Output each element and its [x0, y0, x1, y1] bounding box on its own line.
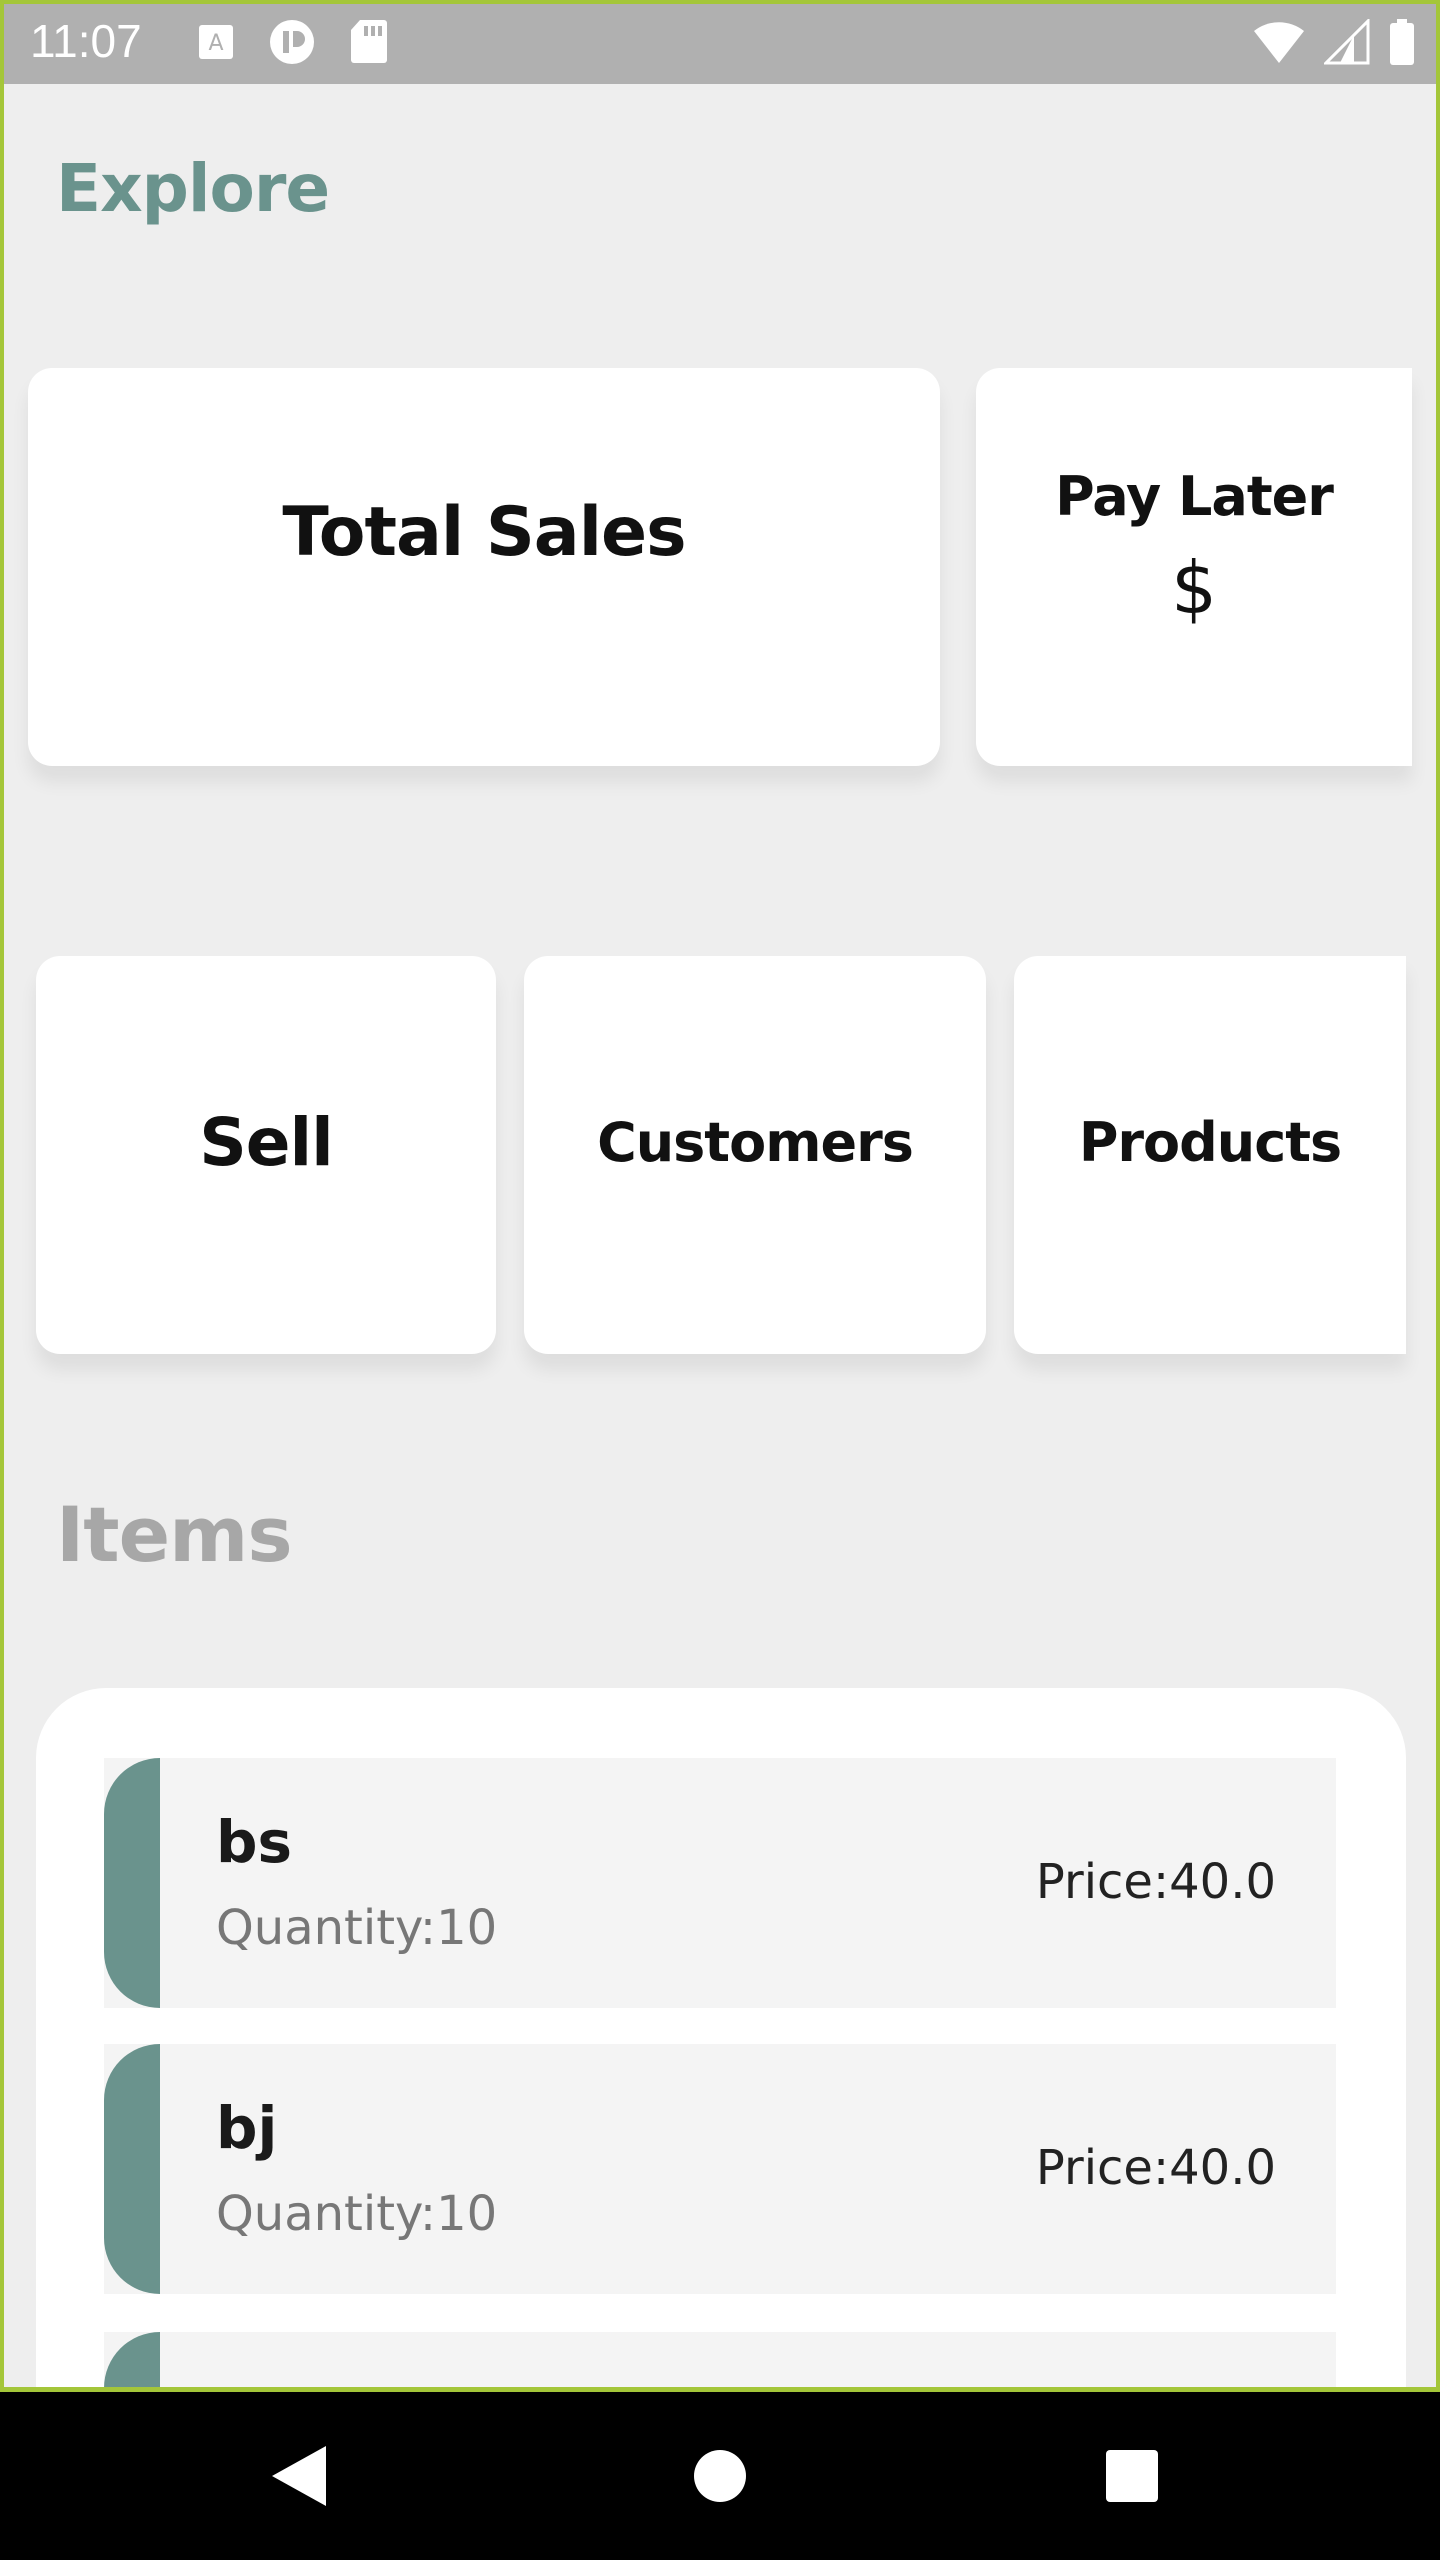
wifi-icon	[1254, 22, 1304, 63]
products-card[interactable]: Products	[1014, 956, 1406, 1354]
item-accent-bar	[104, 1758, 160, 2008]
recents-button[interactable]	[1032, 2392, 1232, 2560]
sd-card-icon	[351, 20, 387, 63]
item-accent-bar	[104, 2044, 160, 2294]
explore-title: Explore	[56, 150, 330, 227]
item-quantity: Quantity:10	[216, 2186, 498, 2242]
recents-icon	[1106, 2450, 1158, 2502]
list-item[interactable]: bs Quantity:10 Price:40.0	[104, 1758, 1336, 2008]
battery-icon	[1390, 19, 1414, 65]
pay-later-label: Pay Later	[1055, 464, 1334, 528]
sell-card[interactable]: Sell	[36, 956, 496, 1354]
item-quantity: Quantity:10	[216, 1900, 498, 1956]
item-price: Price:40.0	[1035, 2140, 1276, 2196]
navigation-bar	[0, 2392, 1440, 2560]
total-sales-label: Total Sales	[282, 492, 686, 572]
status-bar: 11:07 A	[0, 0, 1440, 84]
vpn-circle-icon	[270, 20, 314, 64]
sell-label: Sell	[199, 1103, 334, 1181]
home-icon	[694, 2450, 746, 2502]
cell-signal-icon	[1324, 19, 1370, 65]
back-button[interactable]	[200, 2392, 400, 2560]
back-icon	[272, 2446, 326, 2506]
item-name: bs	[216, 1808, 293, 1876]
item-price: Price:40.0	[1035, 1854, 1276, 1910]
list-item[interactable]: bj Quantity:10 Price:40.0	[104, 2044, 1336, 2294]
pay-later-card[interactable]: Pay Later $	[976, 368, 1412, 766]
items-list[interactable]: bs Quantity:10 Price:40.0 bj Quantity:10…	[36, 1688, 1406, 2408]
customers-card[interactable]: Customers	[524, 956, 986, 1354]
customers-label: Customers	[597, 1110, 914, 1174]
pay-later-value: $	[1171, 545, 1217, 630]
products-label: Products	[1078, 1110, 1342, 1174]
total-sales-card[interactable]: Total Sales	[28, 368, 940, 766]
status-time: 11:07	[30, 15, 142, 67]
svg-text:A: A	[208, 31, 223, 56]
home-button[interactable]	[620, 2392, 820, 2560]
items-title: Items	[56, 1490, 293, 1579]
item-name: bj	[216, 2094, 278, 2162]
font-download-icon: A	[199, 25, 233, 59]
